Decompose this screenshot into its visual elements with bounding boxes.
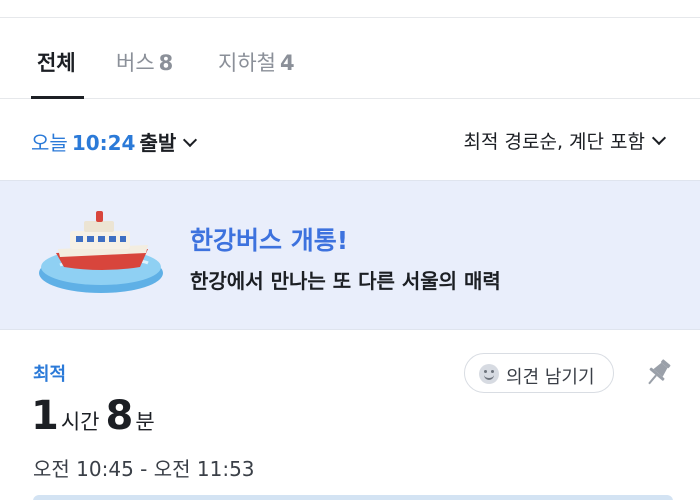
duration-minutes-unit: 분 <box>135 410 155 434</box>
sort-label: 최적 경로순, 계단 포함 <box>463 131 645 153</box>
duration-minutes: 8 <box>105 393 134 439</box>
tab-bus-count: 8 <box>158 51 174 75</box>
route-options-bar: 오늘 10:24 출발 최적 경로순, 계단 포함 <box>0 100 700 180</box>
tab-subway-count: 4 <box>279 51 295 75</box>
tab-bus[interactable]: 버스 8 <box>116 47 173 77</box>
tab-subway[interactable]: 지하철 4 <box>218 47 295 77</box>
active-tab-indicator <box>31 96 84 99</box>
feedback-label: 의견 남기기 <box>506 367 595 388</box>
sort-selector[interactable]: 최적 경로순, 계단 포함 <box>463 127 667 154</box>
pin-icon[interactable] <box>644 357 672 389</box>
departure-suffix: 출발 <box>139 131 177 155</box>
smile-icon <box>479 364 499 384</box>
chevron-down-icon <box>651 130 667 146</box>
promo-banner[interactable]: 한강버스 개통! 한강에서 만나는 또 다른 서울의 매력 <box>0 180 700 330</box>
trip-duration: 1시간 8분 <box>31 393 161 439</box>
route-segment-bar <box>33 495 673 500</box>
trip-time-range: 오전 10:45 - 오전 11:53 <box>33 457 255 481</box>
tab-all[interactable]: 전체 <box>37 47 76 77</box>
tab-subway-label: 지하철 <box>218 51 276 75</box>
route-type-tabs: 전체 버스 8 지하철 4 <box>0 19 700 99</box>
top-strip <box>0 0 700 18</box>
feedback-button[interactable]: 의견 남기기 <box>464 353 614 393</box>
banner-subtitle: 한강에서 만나는 또 다른 서울의 매력 <box>190 269 501 293</box>
tab-all-label: 전체 <box>37 51 76 75</box>
duration-hours-unit: 시간 <box>60 410 100 434</box>
duration-hours: 1 <box>31 393 59 439</box>
chevron-down-icon <box>183 132 198 148</box>
tab-bus-label: 버스 <box>116 51 155 75</box>
departure-time: 10:24 <box>71 131 136 155</box>
departure-day: 오늘 <box>31 131 68 155</box>
banner-title: 한강버스 개통! <box>190 226 349 255</box>
result-tag: 최적 <box>33 364 67 385</box>
ferry-boat-icon <box>39 211 163 293</box>
departure-time-selector[interactable]: 오늘 10:24 출발 <box>31 127 198 156</box>
route-result-card[interactable]: 최적 의견 남기기 1시간 8분 오전 10:45 - 오전 11:53 <box>0 331 700 500</box>
